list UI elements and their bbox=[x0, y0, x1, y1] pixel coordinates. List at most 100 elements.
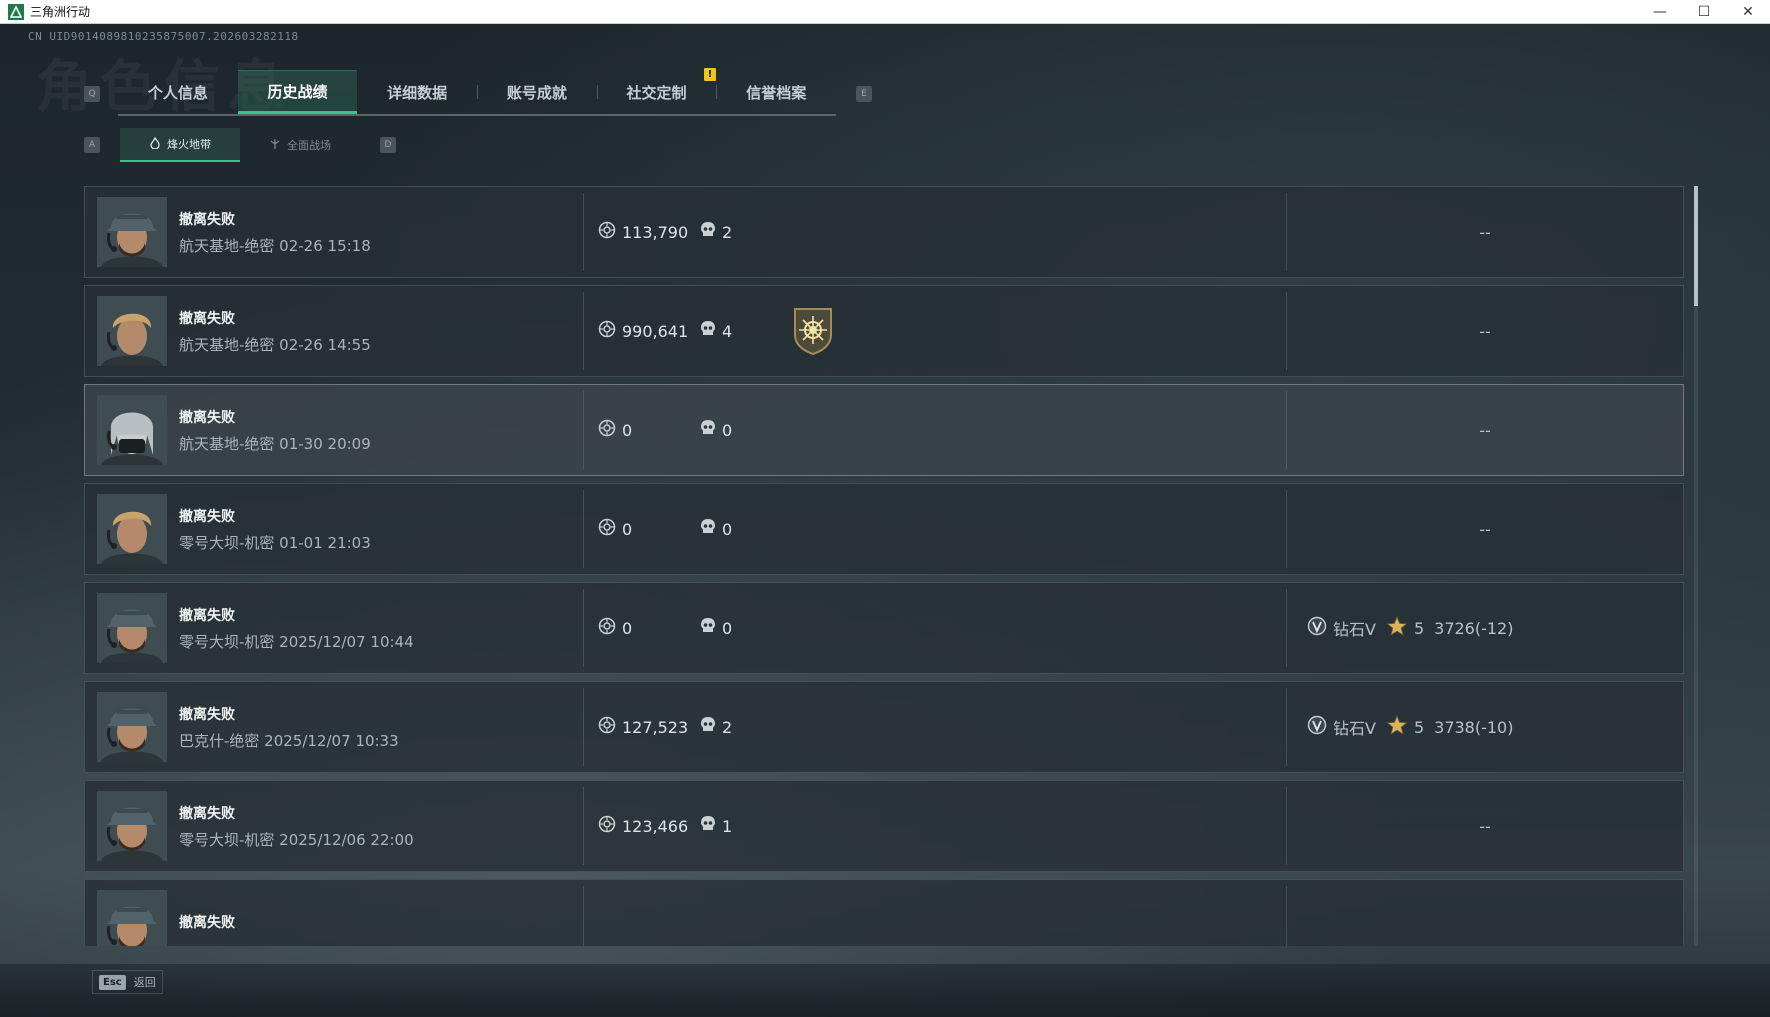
match-stats: 127,523 2 bbox=[584, 681, 1286, 773]
notification-badge: ! bbox=[704, 68, 716, 81]
tab-0[interactable]: 个人信息 bbox=[118, 70, 238, 114]
rank-info: -- bbox=[1287, 780, 1683, 872]
rank-info: -- bbox=[1287, 483, 1683, 575]
kill-count-text: 1 bbox=[722, 816, 733, 836]
star-icon bbox=[1386, 714, 1408, 739]
rank-tier-text: 钻石V bbox=[1333, 719, 1376, 738]
kill-count-text: 4 bbox=[722, 321, 733, 341]
match-info: 撤离失败航天基地-绝密 02-26 15:18 bbox=[179, 209, 583, 256]
back-button[interactable]: Esc 返回 bbox=[92, 970, 163, 994]
operator-avatar bbox=[97, 296, 167, 366]
kill-count-text: 0 bbox=[722, 618, 733, 638]
subtab-label: 全面战场 bbox=[287, 139, 331, 152]
map-and-time: 航天基地-绝密 02-26 15:18 bbox=[179, 236, 371, 255]
diamond-rank-icon bbox=[1307, 715, 1327, 739]
rank-empty: -- bbox=[1479, 321, 1491, 341]
match-result: 撤离失败 bbox=[179, 915, 235, 931]
skull-icon bbox=[700, 617, 716, 639]
window-title: 三角洲行动 bbox=[30, 5, 91, 19]
map-and-time: 零号大坝-机密 01-01 21:03 bbox=[179, 533, 371, 552]
subtab-next-key-hint[interactable]: D bbox=[380, 137, 396, 153]
operator-avatar bbox=[97, 791, 167, 861]
window-titlebar: 三角洲行动 — ☐ ✕ bbox=[0, 0, 1770, 24]
match-info: 撤离失败 巴克什-绝密 2025/12/07 10:33 bbox=[179, 704, 583, 751]
back-label: 返回 bbox=[133, 976, 156, 989]
match-record-row[interactable]: 撤离失败 bbox=[84, 879, 1684, 946]
maximize-button[interactable]: ☐ bbox=[1682, 0, 1726, 24]
map-and-time: 航天基地-绝密 01-30 20:09 bbox=[179, 434, 371, 453]
match-info: 撤离失败航天基地-绝密 02-26 14:55 bbox=[179, 308, 583, 355]
tab-4[interactable]: 社交定制 bbox=[596, 70, 717, 114]
loot-value-text: 113,790 bbox=[622, 222, 689, 242]
match-info: 撤离失败航天基地-绝密 01-30 20:09 bbox=[179, 407, 583, 454]
list-scrollbar[interactable] bbox=[1694, 186, 1698, 946]
bottom-bar bbox=[0, 964, 1770, 1017]
map-and-time: 零号大坝-机密 2025/12/07 10:44 bbox=[179, 632, 414, 651]
rank-info: -- bbox=[1287, 285, 1683, 377]
rank-empty: -- bbox=[1479, 816, 1491, 836]
match-record-row[interactable]: 撤离失败 航天基地-绝密 02-26 15:18 113,790 2 -- bbox=[84, 186, 1684, 278]
subtab-prev-key-hint[interactable]: A bbox=[84, 137, 100, 153]
match-result: 撤离失败 bbox=[179, 409, 235, 426]
subtab-label: 烽火地带 bbox=[167, 138, 211, 151]
tab-prev-key-hint[interactable]: Q bbox=[84, 86, 100, 102]
loot-value-text: 127,523 bbox=[622, 717, 689, 737]
rank-info: -- bbox=[1287, 384, 1683, 476]
operator-avatar bbox=[97, 395, 167, 465]
close-button[interactable]: ✕ bbox=[1726, 0, 1770, 24]
kill-count: 0 bbox=[700, 617, 732, 639]
operator-avatar bbox=[97, 692, 167, 762]
tab-3[interactable]: 账号成就 bbox=[477, 70, 597, 114]
loot-value: 113,790 bbox=[598, 221, 700, 243]
match-record-row[interactable]: 撤离失败 零号大坝-机密 2025/12/06 22:00 123,466 1 -- bbox=[84, 780, 1684, 872]
match-info: 撤离失败 零号大坝-机密 01-01 21:03 bbox=[179, 506, 583, 553]
rank-empty: -- bbox=[1479, 519, 1491, 539]
match-record-row[interactable]: 撤离失败 零号大坝-机密 2025/12/07 10:44 0 0 钻石V 5 3726(-… bbox=[84, 582, 1684, 674]
mode-subtabs: 烽火地带 全面战场 bbox=[120, 128, 360, 162]
subtab-1[interactable]: 全面战场 bbox=[240, 128, 360, 162]
match-record-row[interactable]: 撤离失败 巴克什-绝密 2025/12/07 10:33 127,523 2 钻石V 5 3… bbox=[84, 681, 1684, 773]
map-and-time: 航天基地-绝密 02-26 14:55 bbox=[179, 335, 371, 354]
skull-icon bbox=[700, 320, 716, 342]
kill-count: 2 bbox=[700, 716, 732, 738]
tab-1[interactable]: 历史战绩 bbox=[237, 70, 358, 114]
minimize-button[interactable]: — bbox=[1638, 0, 1682, 24]
match-result: 撤离失败 bbox=[179, 310, 235, 327]
scrollbar-thumb[interactable] bbox=[1694, 186, 1698, 306]
rank-tier-text: 钻石V bbox=[1333, 620, 1376, 639]
skull-icon bbox=[700, 221, 716, 243]
esc-key-hint: Esc bbox=[99, 974, 126, 990]
match-record-row[interactable]: 撤离失败 零号大坝-机密 01-01 21:03 0 0 -- bbox=[84, 483, 1684, 575]
match-stats: 123,466 1 bbox=[584, 780, 1286, 872]
skull-icon bbox=[700, 815, 716, 837]
rank-empty: -- bbox=[1479, 420, 1491, 440]
subtab-0[interactable]: 烽火地带 bbox=[120, 128, 240, 162]
rank-stars-text: 5 bbox=[1413, 618, 1425, 638]
app-logo-icon bbox=[8, 3, 24, 20]
kill-count: 1 bbox=[700, 815, 732, 837]
loot-value: 0 bbox=[598, 518, 700, 540]
match-record-row[interactable]: 撤离失败航天基地-绝密 02-26 14:55 990,641 4 -- bbox=[84, 285, 1684, 377]
rank-info: -- bbox=[1287, 186, 1683, 278]
match-result: 撤离失败 bbox=[179, 805, 235, 822]
match-result: 撤离失败 bbox=[179, 211, 235, 228]
rank-stars: 5 bbox=[1386, 714, 1424, 739]
operator-avatar bbox=[97, 197, 167, 267]
loot-value: 0 bbox=[598, 419, 700, 441]
kill-count-text: 2 bbox=[722, 717, 733, 737]
rank-empty: -- bbox=[1479, 222, 1491, 242]
tab-2[interactable]: 详细数据 bbox=[357, 70, 477, 114]
tab-next-key-hint[interactable]: E bbox=[856, 86, 872, 102]
match-result: 撤离失败 bbox=[179, 607, 235, 624]
loot-value: 990,641 bbox=[598, 320, 700, 342]
rank-info: 钻石V 5 3726(-12) bbox=[1287, 582, 1683, 674]
loot-value-text: 0 bbox=[622, 519, 633, 539]
kill-count: 0 bbox=[700, 518, 732, 540]
match-stats: 00 bbox=[584, 384, 1286, 476]
match-history-list: 撤离失败 航天基地-绝密 02-26 15:18 113,790 2 -- 撤离失败 航天基… bbox=[84, 186, 1686, 946]
tab-5[interactable]: 信誉档案 bbox=[716, 70, 836, 114]
match-record-row[interactable]: 撤离失败 航天基地-绝密 01-30 20:09 0 0 -- bbox=[84, 384, 1684, 476]
operator-avatar bbox=[97, 593, 167, 663]
skull-icon bbox=[700, 518, 716, 540]
loot-value-text: 123,466 bbox=[622, 816, 689, 836]
